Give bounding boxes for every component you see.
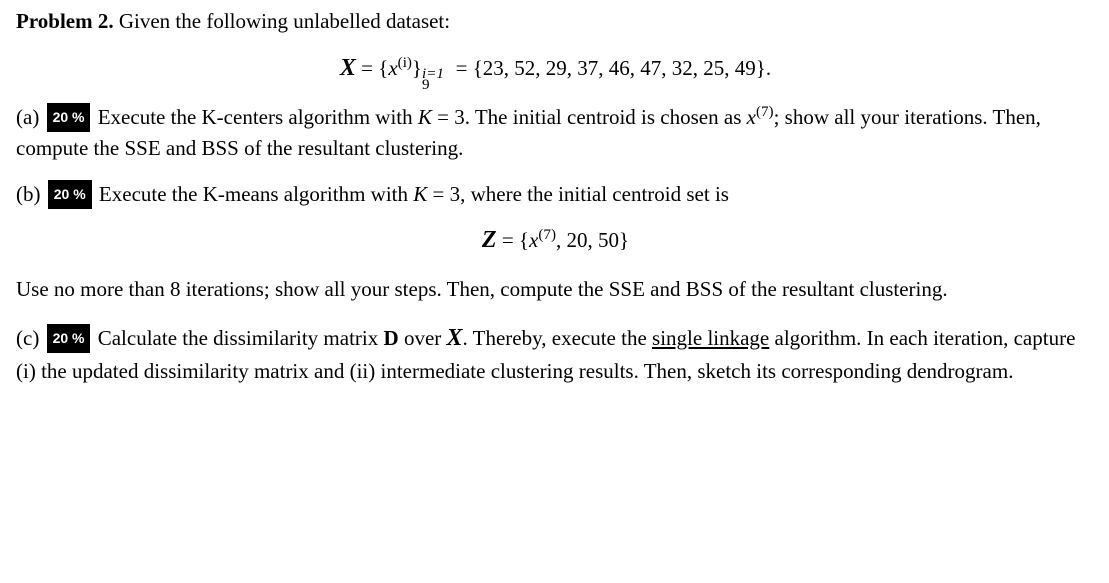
part-b-eq3: = 3, where the initial centroid set is bbox=[427, 182, 729, 206]
var-x: x bbox=[388, 56, 397, 80]
dataset-equation: X = {x(i)}9i=1= {23, 52, 29, 37, 46, 47,… bbox=[16, 50, 1095, 86]
part-c-pct-badge: 20 % bbox=[47, 324, 91, 353]
part-a-body: Execute the K-centers algorithm with K =… bbox=[16, 105, 1041, 161]
part-a-label: (a) bbox=[16, 105, 39, 129]
part-a-eq3: = 3. The initial centroid is chosen as bbox=[432, 105, 747, 129]
sup-i: (i) bbox=[398, 55, 412, 71]
part-a-pre: Execute the K-centers algorithm with bbox=[98, 105, 418, 129]
part-a-x: x bbox=[747, 105, 756, 129]
z-x: x bbox=[529, 228, 538, 252]
part-c-over: over bbox=[399, 326, 447, 350]
part-b-pre: Execute the K-means algorithm with bbox=[99, 182, 413, 206]
z-eq: = { bbox=[502, 228, 529, 252]
part-b2-body: Use no more than 8 iterations; show all … bbox=[16, 277, 948, 301]
problem-title: Problem 2. bbox=[16, 9, 114, 33]
problem-intro: Given the following unlabelled dataset: bbox=[119, 9, 450, 33]
brace-close: } bbox=[412, 56, 422, 80]
part-b-pct-badge: 20 % bbox=[48, 180, 92, 209]
part-c-D: D bbox=[384, 326, 399, 350]
script-x: X bbox=[340, 55, 356, 81]
part-a-pct-badge: 20 % bbox=[47, 103, 91, 132]
z-sup7: (7) bbox=[538, 227, 556, 243]
part-a-K: K bbox=[418, 105, 432, 129]
part-c-period: . Thereby, execute the bbox=[463, 326, 653, 350]
part-a-sup7: (7) bbox=[756, 104, 774, 120]
part-c-scriptX: X bbox=[447, 325, 463, 351]
part-a: (a) 20 % Execute the K-centers algorithm… bbox=[16, 102, 1095, 165]
eq-rest: = {23, 52, 29, 37, 46, 47, 32, 25, 49}. bbox=[456, 56, 772, 80]
script-z: Z bbox=[482, 227, 497, 253]
part-b: (b) 20 % Execute the K-means algorithm w… bbox=[16, 179, 1095, 211]
part-c: (c) 20 % Calculate the dissimilarity mat… bbox=[16, 320, 1095, 388]
part-c-label: (c) bbox=[16, 326, 39, 350]
single-linkage-link: single linkage bbox=[652, 326, 769, 350]
problem-header: Problem 2. Given the following unlabelle… bbox=[16, 6, 1095, 38]
centroid-equation: Z = {x(7), 20, 50} bbox=[16, 222, 1095, 258]
part-b-continued: Use no more than 8 iterations; show all … bbox=[16, 274, 1095, 306]
sub-i1: i=1 bbox=[422, 63, 444, 86]
part-b-body: Execute the K-means algorithm with K = 3… bbox=[99, 182, 729, 206]
z-rest: , 20, 50} bbox=[556, 228, 629, 252]
part-c-body: Calculate the dissimilarity matrix D ove… bbox=[16, 326, 1075, 383]
part-c-pre: Calculate the dissimilarity matrix bbox=[98, 326, 384, 350]
part-b-K: K bbox=[413, 182, 427, 206]
eq-text: = { bbox=[361, 56, 388, 80]
page-root: Problem 2. Given the following unlabelle… bbox=[0, 0, 1109, 407]
part-b-label: (b) bbox=[16, 182, 41, 206]
